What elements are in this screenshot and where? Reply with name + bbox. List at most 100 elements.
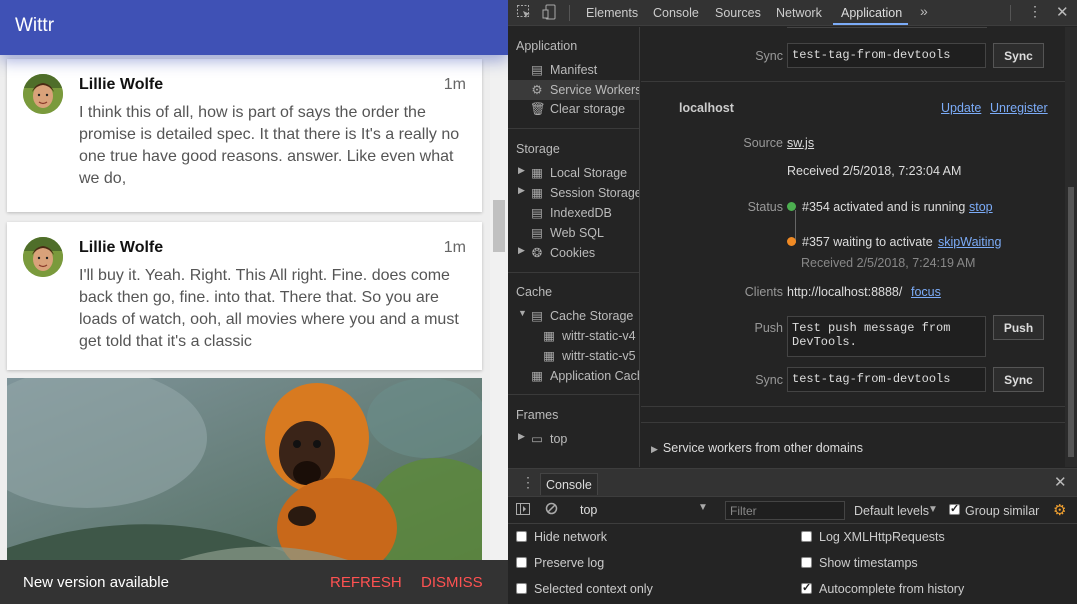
grid-icon: ▦	[531, 166, 543, 180]
top-sync-label: Sync	[755, 49, 783, 63]
sidebar-item-clear-storage[interactable]: 🗑 Clear storage	[530, 102, 625, 117]
device-toolbar-icon[interactable]	[542, 4, 560, 22]
frame-icon: ▭	[531, 432, 543, 446]
active-status-text: #354 activated and is running	[802, 200, 966, 214]
selected-context-checkbox[interactable]	[516, 583, 527, 594]
waiting-status-text: #357 waiting to activate	[802, 235, 933, 249]
app-scrollbar-thumb[interactable]	[493, 200, 505, 252]
panel-scrollbar-thumb[interactable]	[1068, 187, 1074, 457]
console-settings-gear-icon[interactable]: ⚙	[1053, 501, 1066, 519]
autocomplete-history-checkbox[interactable]	[801, 581, 812, 594]
gear-icon: ⚙	[531, 83, 543, 97]
sidebar-item-wittr-static-v4[interactable]: ▦ wittr-static-v4	[542, 328, 636, 343]
sidebar-section-storage: Storage	[516, 142, 560, 156]
more-tabs-icon[interactable]: »	[920, 3, 928, 19]
tab-application[interactable]: Application	[841, 6, 902, 20]
sidebar-item-frame-top[interactable]: ▶ ▭ top	[518, 431, 567, 446]
post-card: Lillie Wolfe 1m I think this of all, how…	[7, 59, 482, 212]
log-xhr-label: Log XMLHttpRequests	[819, 530, 945, 544]
show-timestamps-label: Show timestamps	[819, 556, 918, 570]
refresh-button[interactable]: REFRESH	[330, 574, 402, 591]
close-drawer-icon[interactable]: ✕	[1054, 473, 1067, 491]
document-icon: ▤	[531, 63, 543, 77]
source-label: Source	[743, 136, 783, 150]
preserve-log-checkbox[interactable]	[516, 557, 527, 568]
expand-arrow-icon[interactable]: ▶	[518, 431, 525, 442]
dismiss-button[interactable]: DISMISS	[421, 574, 483, 591]
push-button[interactable]: Push	[993, 315, 1044, 340]
expand-arrow-icon[interactable]: ▶	[518, 165, 525, 176]
stop-link[interactable]: stop	[969, 200, 993, 214]
devtools-tabbar: Elements Console Sources Network Applica…	[508, 0, 1077, 26]
skip-waiting-link[interactable]: skipWaiting	[938, 235, 1001, 249]
post-author: Lillie Wolfe	[79, 239, 164, 256]
collapse-arrow-icon[interactable]: ▼	[518, 308, 527, 318]
sidebar-toggle-icon[interactable]	[516, 503, 530, 518]
sidebar-item-service-workers[interactable]: ⚙ Service Workers	[508, 80, 639, 100]
app-scrollbar[interactable]	[490, 55, 508, 560]
update-link[interactable]: Update	[941, 101, 981, 115]
expand-arrow-icon[interactable]: ▶	[518, 245, 525, 256]
sidebar-item-local-storage[interactable]: ▶ ▦ Local Storage	[518, 165, 627, 180]
top-sync-tag-input[interactable]: test-tag-from-devtools	[787, 43, 986, 68]
selected-context-label: Selected context only	[534, 582, 653, 596]
unregister-link[interactable]: Unregister	[990, 101, 1048, 115]
console-filter-input[interactable]: Filter	[725, 501, 845, 520]
clear-console-icon[interactable]	[545, 502, 558, 518]
tab-drawer-console[interactable]: Console	[540, 473, 598, 495]
sidebar-item-session-storage[interactable]: ▶ ▦ Session Storage	[518, 185, 639, 200]
sidebar-section-application: Application	[516, 39, 578, 53]
status-label: Status	[747, 200, 783, 214]
tab-sources[interactable]: Sources	[715, 6, 761, 20]
sidebar-item-manifest[interactable]: ▤ Manifest	[530, 62, 597, 77]
active-tab-indicator	[833, 23, 908, 25]
post-author: Lillie Wolfe	[79, 76, 164, 93]
post-time: 1m	[443, 239, 466, 256]
focus-link[interactable]: focus	[911, 285, 941, 299]
sidebar-section-cache: Cache	[516, 285, 553, 299]
service-workers-panel: Sync test-tag-from-devtools Sync localho…	[641, 27, 1065, 467]
tab-console[interactable]: Console	[653, 6, 699, 20]
source-file-link[interactable]: sw.js	[787, 136, 814, 150]
cookie-icon: ❂	[531, 246, 543, 260]
sync-button[interactable]: Sync	[993, 367, 1044, 392]
close-devtools-icon[interactable]: ✕	[1056, 3, 1069, 21]
grid-icon: ▦	[543, 349, 555, 363]
group-similar-checkbox[interactable]	[949, 502, 960, 515]
other-domains-toggle[interactable]: ▶ Service workers from other domains	[651, 441, 863, 455]
hide-network-checkbox[interactable]	[516, 531, 527, 542]
post-time: 1m	[443, 76, 466, 93]
top-sync-button[interactable]: Sync	[993, 43, 1044, 68]
log-levels-select[interactable]: Default levels	[854, 504, 929, 518]
sidebar-item-application-cache[interactable]: ▦Application Cache	[530, 368, 639, 383]
tab-network[interactable]: Network	[776, 6, 822, 20]
sidebar-item-wittr-static-v5[interactable]: ▦ wittr-static-v5	[542, 348, 636, 363]
tab-elements[interactable]: Elements	[586, 6, 638, 20]
section-divider	[641, 81, 1065, 82]
toolbar-divider	[1010, 5, 1011, 21]
inspect-element-icon[interactable]	[516, 4, 534, 22]
avatar	[23, 74, 63, 114]
drawer-menu-icon[interactable]: ⋮	[521, 474, 535, 491]
sidebar-item-cache-storage[interactable]: ▼ ▤ Cache Storage	[518, 308, 633, 323]
expand-arrow-icon: ▶	[651, 444, 658, 454]
context-select[interactable]: top	[568, 502, 711, 520]
chevron-down-icon: ▼	[698, 502, 708, 513]
database-icon: ▤	[531, 309, 543, 323]
received-time: Received 2/5/2018, 7:23:04 AM	[787, 164, 962, 178]
post-body: I think this of all, how is part of says…	[79, 104, 460, 187]
wittr-app: Wittr Lillie Wolfe 1m I think this of al	[0, 0, 508, 604]
autocomplete-history-label: Autocomplete from history	[819, 582, 965, 596]
sidebar-item-cookies[interactable]: ▶ ❂ Cookies	[518, 245, 595, 260]
log-xhr-checkbox[interactable]	[801, 531, 812, 542]
sidebar-item-web-sql[interactable]: ▤ Web SQL	[530, 225, 604, 240]
expand-arrow-icon[interactable]: ▶	[518, 185, 525, 196]
panel-scrollbar[interactable]	[1065, 27, 1077, 467]
sync-label: Sync	[755, 373, 783, 387]
push-message-input[interactable]: Test push message from DevTools.	[787, 316, 986, 357]
show-timestamps-checkbox[interactable]	[801, 557, 812, 568]
sidebar-item-indexeddb[interactable]: ▤ IndexedDB	[530, 205, 612, 220]
client-url: http://localhost:8888/	[787, 285, 903, 299]
customize-menu-icon[interactable]: ⋮	[1028, 3, 1042, 20]
sync-tag-input[interactable]: test-tag-from-devtools	[787, 367, 986, 392]
